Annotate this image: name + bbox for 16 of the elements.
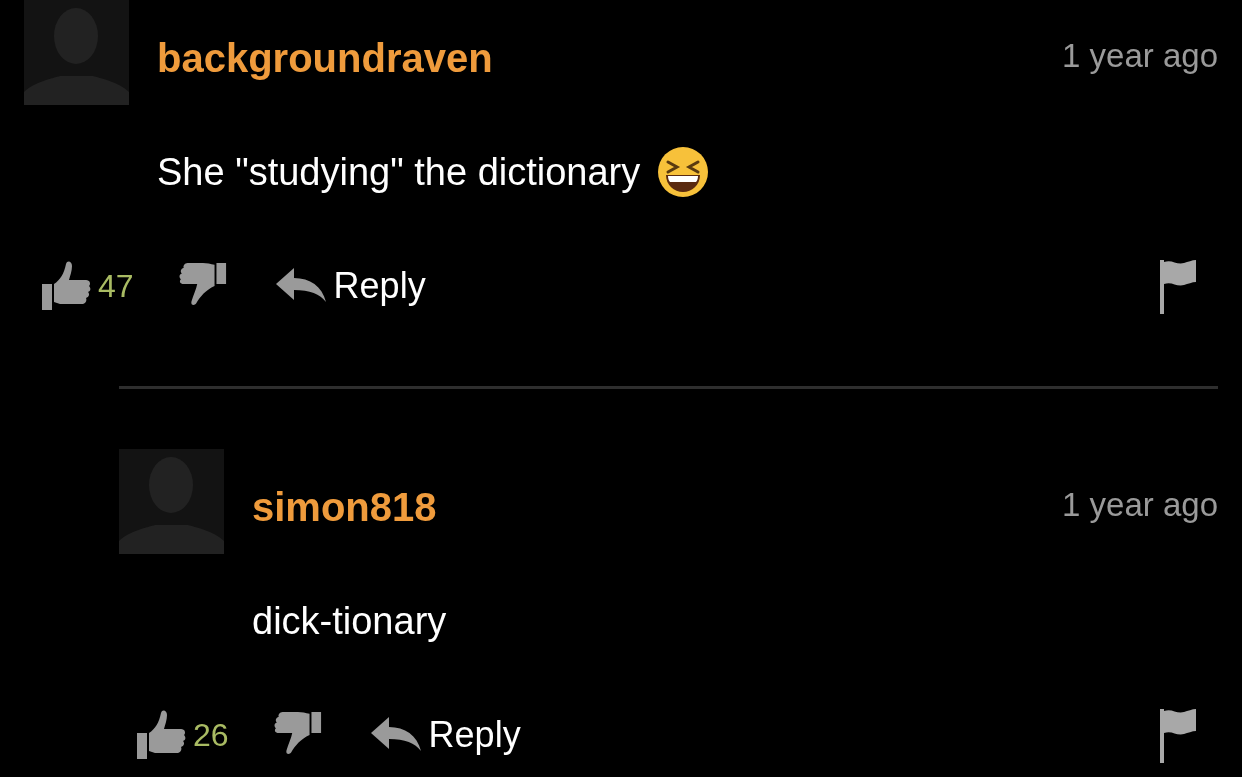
username[interactable]: simon818 <box>252 483 437 531</box>
reply-button[interactable]: Reply <box>370 714 521 756</box>
avatar-silhouette-icon <box>24 0 129 105</box>
thumbs-up-icon[interactable] <box>40 260 92 312</box>
flag-icon[interactable] <box>1158 707 1198 763</box>
thumbs-up-icon[interactable] <box>135 709 187 761</box>
timestamp: 1 year ago <box>1062 36 1218 76</box>
avatar-silhouette-icon <box>119 449 224 554</box>
like-count: 26 <box>193 716 229 754</box>
like-count: 47 <box>98 267 134 305</box>
username[interactable]: backgroundraven <box>157 34 493 82</box>
comment-text: She "studying" the dictionary <box>157 150 641 194</box>
timestamp: 1 year ago <box>1062 485 1218 525</box>
reply-button[interactable]: Reply <box>275 265 426 307</box>
comment-text: dick-tionary <box>252 599 447 643</box>
flag-icon[interactable] <box>1158 258 1198 314</box>
